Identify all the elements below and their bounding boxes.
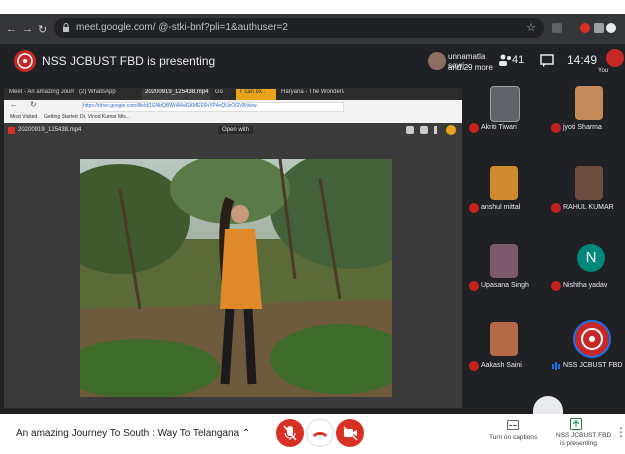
- present-label-status: is presenting: [560, 440, 597, 447]
- shared-screen: Meet - An amazing Journ... (2) WhatsApp …: [4, 88, 462, 408]
- captions-icon[interactable]: [507, 420, 519, 430]
- bookmark: Dr. Vinod Kumar Mis...: [80, 114, 130, 120]
- nss-logo-icon: [14, 50, 36, 72]
- video-file-icon: [8, 127, 15, 134]
- profile-icon[interactable]: [606, 23, 616, 33]
- bottom-bar: An amazing Journey To South : Way To Tel…: [0, 414, 625, 454]
- meeting-title[interactable]: An amazing Journey To South : Way To Tel…: [16, 428, 250, 439]
- mic-off-icon: [551, 203, 561, 213]
- clock: 14:49: [567, 53, 598, 67]
- participant-thumbnail[interactable]: [490, 166, 518, 200]
- reload-icon[interactable]: ↻: [38, 23, 47, 36]
- mic-off-icon: [551, 123, 561, 133]
- participants-more: and 29 more: [448, 63, 493, 72]
- forward-icon[interactable]: →: [22, 23, 33, 35]
- mic-off-icon: [469, 361, 479, 371]
- camera-off-icon: [343, 426, 358, 441]
- mic-off-icon: [551, 281, 561, 291]
- file-name: 20200919_125438.mp4: [18, 127, 82, 133]
- main-stage: Meet - An amazing Journ... (2) WhatsApp …: [0, 80, 465, 414]
- participant-name: NSS JCBUST FBD: [563, 362, 623, 369]
- meeting-title-text: An amazing Journey To South : Way To Tel…: [16, 428, 240, 439]
- participant-thumbnail[interactable]: [490, 322, 518, 356]
- back-icon[interactable]: ←: [6, 23, 17, 35]
- participant-name: Akriti Tiwari: [481, 124, 517, 131]
- audio-level-icon: [552, 362, 560, 370]
- captions-label[interactable]: Turn on captions: [489, 434, 537, 441]
- bookmark: Most Visited: [10, 114, 38, 120]
- puzzle-icon[interactable]: [594, 23, 604, 33]
- shared-tab: Go: [215, 89, 224, 95]
- participant-name: Nishtha yadav: [563, 282, 608, 289]
- more-options-icon[interactable]: ⋮: [615, 425, 625, 439]
- open-with-button: Open with: [218, 126, 254, 134]
- bookmark: Getting Started: [44, 114, 78, 120]
- you-label: You: [598, 68, 609, 74]
- participant-initial-avatar[interactable]: N: [577, 244, 605, 272]
- mic-off-icon: [469, 203, 479, 213]
- avatar: [446, 125, 456, 135]
- record-extension-icon[interactable]: [580, 23, 590, 33]
- shared-tab: Haryana - The Wonderland o...: [281, 89, 344, 95]
- present-icon[interactable]: [570, 418, 582, 430]
- hang-up-icon: [313, 432, 327, 437]
- people-icon[interactable]: [498, 54, 512, 66]
- participant-thumbnail[interactable]: [490, 244, 518, 278]
- shared-tab: (2) WhatsApp: [79, 89, 116, 95]
- extension-icon[interactable]: [552, 23, 562, 33]
- participant-thumbnail[interactable]: [575, 166, 603, 200]
- address-text: meet.google.com/ @-stki-bnf?pli=1&authus…: [76, 22, 288, 33]
- participant-name: RAHUL KUMAR: [563, 204, 614, 211]
- shared-address: https://drive.google.com/file/d/1ENbQBWr…: [82, 102, 344, 112]
- add-to-drive-icon: [406, 126, 414, 134]
- address-bar[interactable]: meet.google.com/ @-stki-bnf?pli=1&authus…: [54, 18, 544, 38]
- nss-logo-icon[interactable]: [573, 320, 611, 358]
- present-label: NSS JCBUST FBD: [556, 432, 612, 439]
- shared-tab-strip: Meet - An amazing Journ... (2) WhatsApp …: [4, 88, 462, 100]
- mic-off-icon: [283, 425, 297, 441]
- you-avatar: [606, 49, 624, 67]
- mic-off-icon: [469, 281, 479, 291]
- more-icon: [434, 126, 437, 134]
- browser-toolbar: ← → ↻ meet.google.com/ @-stki-bnf?pli=1&…: [0, 14, 625, 44]
- download-icon: [420, 126, 428, 134]
- end-call-button[interactable]: [306, 419, 334, 447]
- star-icon[interactable]: ☆: [526, 21, 536, 34]
- video-frame: [80, 159, 392, 397]
- reload-icon: ↻: [30, 100, 37, 109]
- mic-off-icon: [469, 123, 479, 133]
- participants-chip[interactable]: unnamatla sowj... and 29 more: [424, 46, 496, 78]
- self-view-tile[interactable]: [533, 396, 563, 414]
- participant-name: Upasana Singh: [481, 282, 529, 289]
- chevron-up-icon: ⌃: [241, 428, 251, 439]
- participants-sidebar: Akriti Tiwari jyoti Sharma anshul mittal…: [465, 80, 625, 414]
- shared-tab-active: 20200919_125438.mp4: [142, 89, 210, 100]
- back-icon: ←: [10, 100, 18, 109]
- people-count: 41: [512, 54, 525, 66]
- participant-thumbnail[interactable]: [490, 86, 520, 122]
- drive-video-viewer: 20200919_125438.mp4 Open with: [4, 123, 462, 408]
- presenting-status: NSS JCBUST FBD is presenting: [42, 54, 216, 68]
- meet-header: NSS JCBUST FBD is presenting unnamatla s…: [0, 44, 625, 80]
- participant-thumbnail[interactable]: [575, 86, 603, 120]
- participant-name: Aakash Saini: [481, 362, 522, 369]
- shared-tab: Meet - An amazing Journ...: [9, 89, 74, 95]
- participant-name: jyoti Sharma: [563, 124, 602, 131]
- camera-toggle-button[interactable]: [336, 419, 364, 447]
- shared-nav-bar: ← ↻ https://drive.google.com/file/d/1ENb…: [4, 100, 462, 112]
- avatar: [428, 52, 446, 70]
- chat-icon[interactable]: [540, 54, 554, 67]
- shared-tab: T can ex..: [236, 89, 276, 100]
- mic-toggle-button[interactable]: [276, 419, 304, 447]
- lock-icon: [63, 23, 69, 32]
- participant-name: anshul mittal: [481, 204, 521, 211]
